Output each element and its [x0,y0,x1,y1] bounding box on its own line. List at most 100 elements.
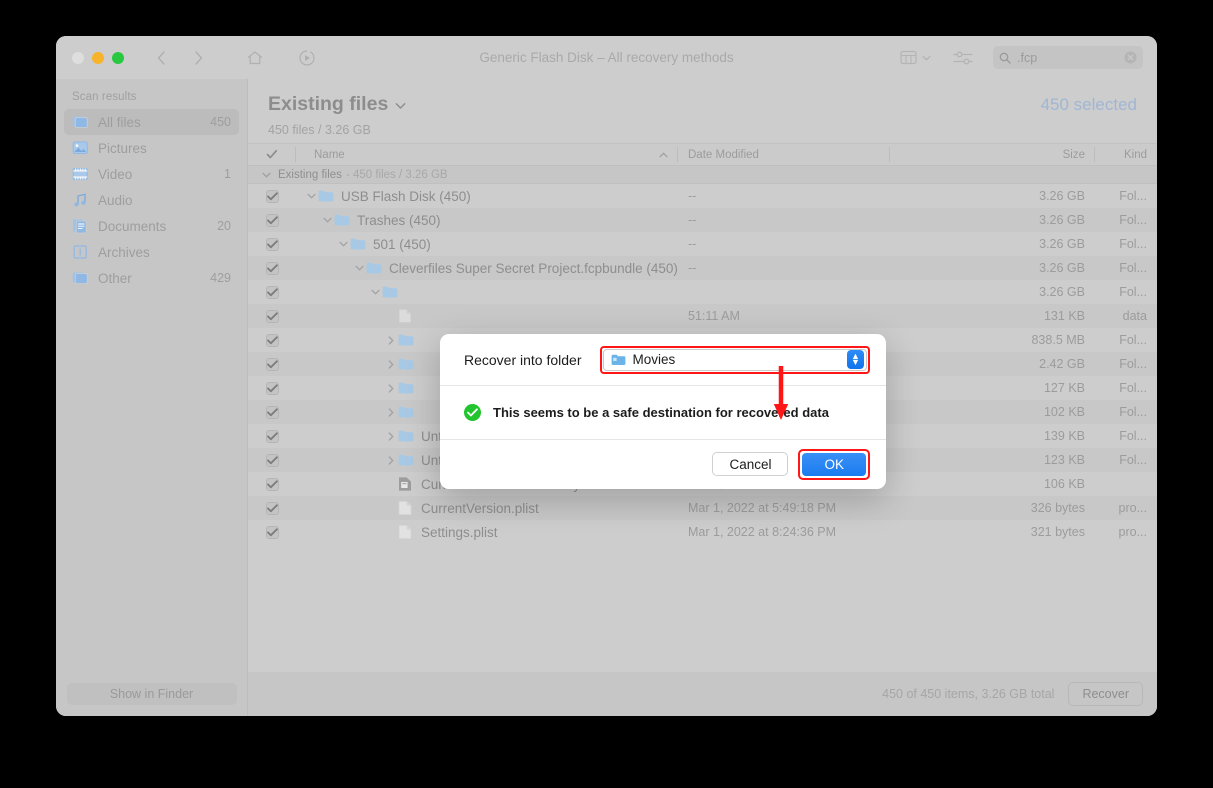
selected-count-label[interactable]: 450 selected [1041,95,1137,115]
row-disclosure-icon[interactable] [352,265,366,271]
row-disclosure-icon[interactable] [384,407,398,417]
group-row-meta: - 450 files / 3.26 GB [345,168,448,181]
row-disclosure-icon[interactable] [336,241,350,247]
row-kind-cell: data [1122,309,1147,323]
view-mode-control[interactable] [900,50,931,65]
forward-icon[interactable] [190,49,208,67]
table-row[interactable]: Settings.plist Mar 1, 2022 at 8:24:36 PM 3… [248,520,1157,544]
ok-button[interactable]: OK [802,452,866,476]
row-checkbox[interactable] [248,189,296,203]
folder-icon [334,212,350,228]
row-checkbox[interactable] [248,213,296,227]
row-name-label: Trashes (450) [357,212,441,228]
sidebar-item-pictures[interactable]: Pictures [64,135,239,161]
row-kind-cell: Fol... [1119,261,1147,275]
sidebar-item-documents[interactable]: Documents 20 [64,213,239,239]
maximize-button[interactable] [112,51,124,64]
row-checkbox[interactable] [248,261,296,275]
row-kind-cell: Fol... [1119,429,1147,443]
row-disclosure-icon[interactable] [304,193,318,199]
table-row[interactable]: USB Flash Disk (450) -- 3.26 GB Fol... [248,184,1157,208]
table-row[interactable]: 3.26 GB Fol... [248,280,1157,304]
sort-ascending-caret [659,150,668,160]
sidebar-item-label: Audio [98,192,133,208]
folder-icon [398,380,414,396]
back-icon[interactable] [152,49,170,67]
destination-popup-highlight: Movies ▲ ▼ [599,345,870,374]
sidebar-item-audio[interactable]: Audio [64,187,239,213]
folder-icon [398,404,414,420]
column-header-kind[interactable]: Kind [1095,143,1157,166]
recover-destination-dialog: Recover into folder Movies ▲ ▼ This seem… [440,334,886,489]
row-checkbox[interactable] [248,357,296,371]
group-row[interactable]: Existing files - 450 files / 3.26 GB [248,166,1157,184]
table-row[interactable]: Cleverfiles Super Secret Project.fcpbund… [248,256,1157,280]
row-kind-cell: Fol... [1119,213,1147,227]
sliders-icon[interactable] [953,50,973,66]
column-header-date[interactable]: Date Modified [678,143,890,166]
row-checkbox[interactable] [248,381,296,395]
row-checkbox[interactable] [248,453,296,467]
folder-icon [398,452,414,468]
traffic-lights [72,51,124,64]
up-down-stepper-icon[interactable]: ▲ ▼ [847,350,864,369]
dialog-destination-row: Recover into folder Movies ▲ ▼ [440,334,886,386]
row-disclosure-icon[interactable] [384,431,398,441]
documents-icon [72,218,89,235]
row-size-cell: 838.5 MB [1031,333,1085,347]
chevron-down-icon[interactable] [262,170,271,180]
row-checkbox[interactable] [248,477,296,491]
column-header-check[interactable] [248,143,296,166]
minimize-button[interactable] [92,51,104,64]
row-disclosure-icon[interactable] [320,217,334,223]
table-row[interactable]: Trashes (450) -- 3.26 GB Fol... [248,208,1157,232]
chevron-down-icon[interactable] [395,93,406,116]
row-kind-cell: pro... [1118,525,1148,539]
row-date-cell: -- [688,213,697,227]
row-disclosure-icon[interactable] [384,359,398,369]
column-header-size-label: Size [1062,148,1085,161]
table-row[interactable]: CurrentVersion.plist Mar 1, 2022 at 5:49:… [248,496,1157,520]
column-header-size[interactable]: Size [890,143,1095,166]
column-header-name[interactable]: Name [296,143,678,166]
row-checkbox[interactable] [248,405,296,419]
row-size-cell: 3.26 GB [1039,213,1085,227]
sidebar-item-label: Archives [98,244,150,260]
close-button[interactable] [72,51,84,64]
search-input[interactable]: .fcp [993,46,1143,69]
page-title-row[interactable]: Existing files [268,93,1137,116]
row-checkbox[interactable] [248,309,296,323]
show-in-finder-button[interactable]: Show in Finder [66,683,237,705]
row-disclosure-icon[interactable] [384,455,398,465]
recover-button[interactable]: Recover [1068,682,1143,706]
row-size-cell: 102 KB [1043,405,1085,419]
sidebar-item-all-files[interactable]: All files 450 [64,109,239,135]
row-kind-cell: Fol... [1119,189,1147,203]
row-checkbox[interactable] [248,429,296,443]
sidebar-item-video[interactable]: Video 1 [64,161,239,187]
sidebar-item-label: Documents [98,218,167,234]
row-disclosure-icon[interactable] [368,289,382,295]
sidebar-item-other[interactable]: Other 429 [64,265,239,291]
row-size-cell: 3.26 GB [1039,189,1085,203]
clear-icon[interactable] [1124,51,1137,64]
app-window: Generic Flash Disk – All recovery method… [56,36,1157,716]
row-disclosure-icon[interactable] [384,383,398,393]
table-row[interactable]: 51:11 AM 131 KB data [248,304,1157,328]
row-checkbox[interactable] [248,333,296,347]
home-icon[interactable] [246,49,264,67]
row-name-cell: Settings.plist [296,524,678,540]
row-checkbox[interactable] [248,237,296,251]
ok-button-highlight: OK [798,448,870,480]
row-kind-cell: Fol... [1119,381,1147,395]
row-checkbox[interactable] [248,501,296,515]
destination-popup-button[interactable]: Movies ▲ ▼ [602,348,867,371]
sidebar-item-archives[interactable]: Archives [64,239,239,265]
table-row[interactable]: 501 (450) -- 3.26 GB Fol... [248,232,1157,256]
cancel-button[interactable]: Cancel [712,452,789,476]
screen-root: Generic Flash Disk – All recovery method… [0,0,1213,788]
row-checkbox[interactable] [248,285,296,299]
row-checkbox[interactable] [248,525,296,539]
row-disclosure-icon[interactable] [384,335,398,345]
play-icon[interactable] [298,49,316,67]
